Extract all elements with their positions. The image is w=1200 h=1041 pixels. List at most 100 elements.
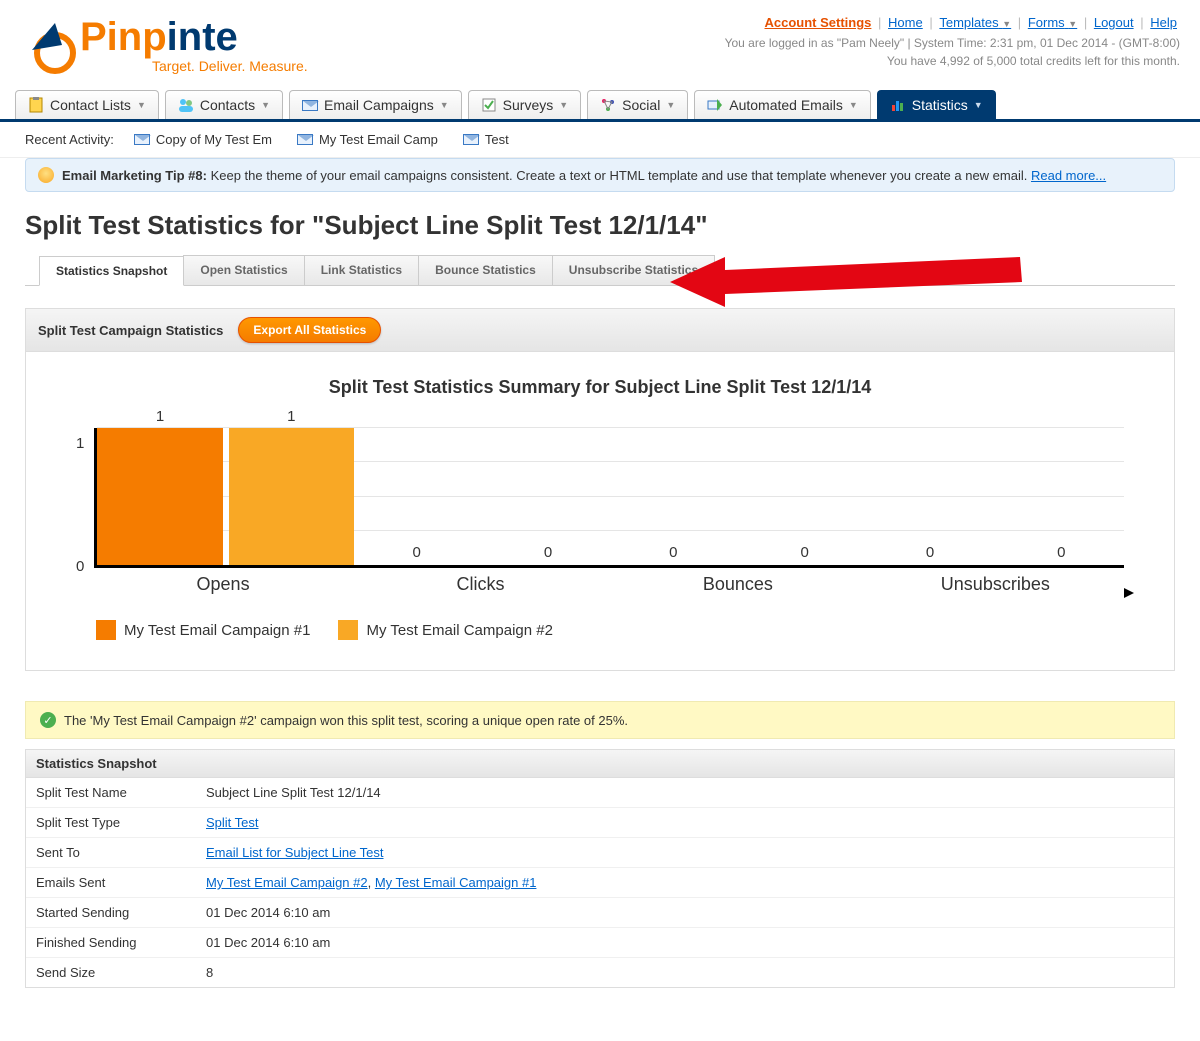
table-row: Sent ToEmail List for Subject Line Test — [26, 838, 1174, 868]
chevron-down-icon: ▼ — [559, 100, 568, 110]
people-icon — [178, 97, 194, 113]
tab-automated-emails[interactable]: Automated Emails ▼ — [694, 90, 871, 119]
table-link[interactable]: My Test Email Campaign #2 — [206, 875, 368, 890]
legend-swatch — [338, 620, 358, 640]
chevron-down-icon: ▼ — [974, 100, 983, 110]
chart-bar-label: 0 — [485, 544, 610, 561]
chart-bar: 1 — [97, 428, 222, 565]
tip-read-more[interactable]: Read more... — [1031, 168, 1106, 183]
tab-social[interactable]: Social ▼ — [587, 90, 688, 119]
table-row: Send Size8 — [26, 958, 1174, 987]
chevron-down-icon: ▼ — [1068, 19, 1077, 29]
bar-chart-icon — [890, 97, 906, 113]
link-account-settings[interactable]: Account Settings — [765, 15, 872, 30]
chart-bar-label: 0 — [999, 544, 1124, 561]
table-value: Email List for Subject Line Test — [206, 845, 384, 860]
export-all-button[interactable]: Export All Statistics — [238, 317, 381, 343]
chevron-down-icon: ▼ — [1002, 19, 1011, 29]
table-link[interactable]: Split Test — [206, 815, 259, 830]
chart-body: 11000000 OpensClicksBouncesUnsubscribes — [94, 428, 1124, 595]
subtab-link-statistics[interactable]: Link Statistics — [304, 255, 419, 285]
table-value: 8 — [206, 965, 213, 980]
pinpointe-logo-icon — [20, 15, 80, 75]
chart-bar: 0 — [611, 564, 736, 565]
table-value: 01 Dec 2014 6:10 am — [206, 935, 330, 950]
chevron-down-icon: ▼ — [666, 100, 675, 110]
table-value: 01 Dec 2014 6:10 am — [206, 905, 330, 920]
link-home[interactable]: Home — [888, 15, 923, 30]
stats-snapshot-heading: Statistics Snapshot — [26, 750, 1174, 778]
logo: Pinpinte Target. Deliver. Measure. — [20, 15, 308, 75]
chart-category-group: 11 — [97, 428, 354, 565]
table-key: Split Test Type — [36, 815, 206, 830]
stats-header-bar: Split Test Campaign Statistics Export Al… — [25, 308, 1175, 352]
table-key: Split Test Name — [36, 785, 206, 800]
chart-bar-label: 1 — [229, 408, 354, 425]
table-key: Sent To — [36, 845, 206, 860]
tip-body: Keep the theme of your email campaigns c… — [207, 168, 1031, 183]
tab-contacts[interactable]: Contacts ▼ — [165, 90, 283, 119]
chart-bar-label: 0 — [354, 544, 479, 561]
chart-bar-label: 0 — [742, 544, 867, 561]
recent-item[interactable]: Test — [463, 132, 509, 147]
envelope-icon — [134, 134, 150, 145]
table-key: Started Sending — [36, 905, 206, 920]
chart-category-group: 00 — [611, 428, 868, 565]
stats-snapshot-table: Statistics Snapshot Split Test NameSubje… — [25, 749, 1175, 988]
table-value: Subject Line Split Test 12/1/14 — [206, 785, 381, 800]
envelope-icon — [302, 100, 318, 111]
subtab-bounce-statistics[interactable]: Bounce Statistics — [418, 255, 553, 285]
subtab-unsubscribe-statistics[interactable]: Unsubscribe Statistics — [552, 255, 715, 285]
chevron-down-icon: ▼ — [849, 100, 858, 110]
chart-bar: 0 — [354, 564, 479, 565]
chart-bar: 1 — [229, 428, 354, 565]
legend-label: My Test Email Campaign #1 — [124, 622, 310, 639]
header-links: Account Settings | Home | Templates ▼ | … — [725, 15, 1180, 30]
table-row: Split Test NameSubject Line Split Test 1… — [26, 778, 1174, 808]
link-logout[interactable]: Logout — [1094, 15, 1134, 30]
tab-contact-lists[interactable]: Contact Lists ▼ — [15, 90, 159, 119]
clipboard-icon — [28, 97, 44, 113]
social-icon — [600, 97, 616, 113]
legend-item: My Test Email Campaign #1 — [96, 620, 310, 640]
chart-legend: My Test Email Campaign #1 My Test Email C… — [96, 620, 1154, 640]
header-logged-in: You are logged in as "Pam Neely" | Syste… — [725, 34, 1180, 52]
recent-item[interactable]: Copy of My Test Em — [134, 132, 272, 147]
check-icon: ✓ — [40, 712, 56, 728]
link-templates[interactable]: Templates ▼ — [939, 15, 1011, 30]
chart-bar: 0 — [867, 564, 992, 565]
chart-bar-label: 0 — [611, 544, 736, 561]
chart-bar-label: 0 — [867, 544, 992, 561]
stats-header-label: Split Test Campaign Statistics — [38, 323, 223, 338]
table-key: Send Size — [36, 965, 206, 980]
link-forms[interactable]: Forms ▼ — [1028, 15, 1077, 30]
legend-swatch — [96, 620, 116, 640]
subtab-open-statistics[interactable]: Open Statistics — [183, 255, 304, 285]
table-row: Emails SentMy Test Email Campaign #2, My… — [26, 868, 1174, 898]
table-link[interactable]: Email List for Subject Line Test — [206, 845, 384, 860]
tab-email-campaigns[interactable]: Email Campaigns ▼ — [289, 90, 462, 119]
subtab-statistics-snapshot[interactable]: Statistics Snapshot — [39, 256, 184, 286]
header-credits: You have 4,992 of 5,000 total credits le… — [725, 52, 1180, 70]
chart-bar: 0 — [742, 564, 867, 565]
recent-label: Recent Activity: — [25, 132, 114, 147]
chart-category-group: 00 — [867, 428, 1124, 565]
table-link[interactable]: My Test Email Campaign #1 — [375, 875, 537, 890]
legend-label: My Test Email Campaign #2 — [366, 622, 552, 639]
envelope-icon — [297, 134, 313, 145]
envelope-icon — [463, 134, 479, 145]
chart-title: Split Test Statistics Summary for Subjec… — [46, 377, 1154, 398]
survey-icon — [481, 97, 497, 113]
tip-title: Email Marketing Tip #8: — [62, 168, 207, 183]
tab-statistics[interactable]: Statistics ▼ — [877, 90, 996, 119]
tip-bar: Email Marketing Tip #8: Keep the theme o… — [25, 158, 1175, 192]
legend-item: My Test Email Campaign #2 — [338, 620, 552, 640]
table-key: Finished Sending — [36, 935, 206, 950]
chart-y-axis: 1 0 — [76, 435, 94, 575]
link-help[interactable]: Help — [1150, 15, 1177, 30]
tab-surveys[interactable]: Surveys ▼ — [468, 90, 582, 119]
winner-text: The 'My Test Email Campaign #2' campaign… — [64, 713, 628, 728]
page-title: Split Test Statistics for "Subject Line … — [0, 204, 1200, 255]
recent-item[interactable]: My Test Email Camp — [297, 132, 438, 147]
main-nav: Contact Lists ▼ Contacts ▼ Email Campaig… — [0, 90, 1200, 122]
